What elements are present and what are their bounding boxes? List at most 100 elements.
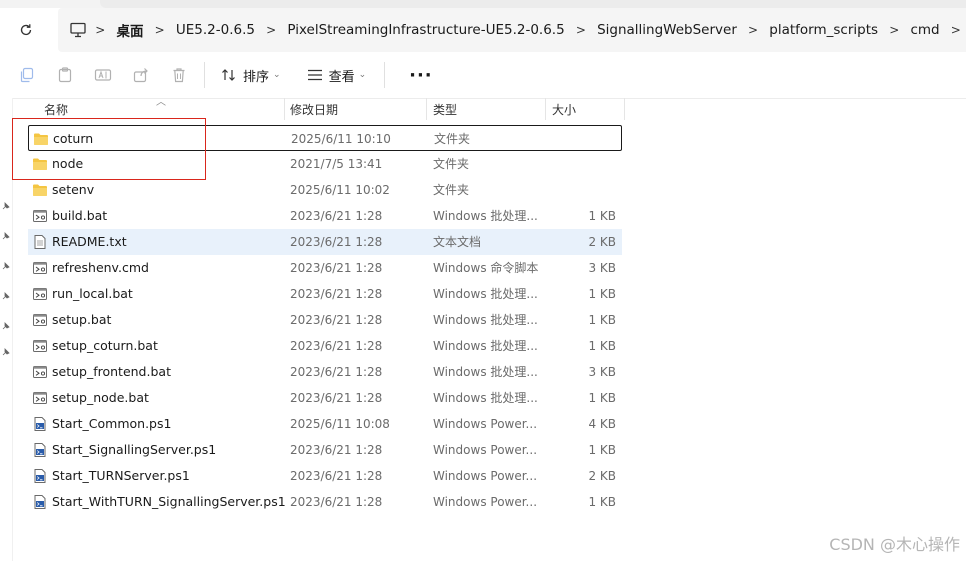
file-name: build.bat — [52, 208, 108, 223]
file-row[interactable]: Start_SignallingServer.ps1 2023/6/21 1:28… — [28, 437, 622, 463]
file-row[interactable]: setup_frontend.bat 2023/6/21 1:28 Windows … — [28, 359, 622, 385]
file-size: 4 KB — [588, 417, 616, 431]
column-header-size[interactable]: 大小 — [552, 98, 622, 120]
file-type: 文本文档 — [433, 235, 482, 249]
watermark: CSDN @木心操作 — [829, 535, 960, 554]
breadcrumb-separator: > — [950, 23, 961, 37]
copy-icon — [20, 67, 34, 83]
copy-button[interactable] — [12, 60, 42, 90]
breadcrumb-separator: > — [95, 23, 106, 37]
batch-file-icon — [32, 364, 48, 380]
rename-button[interactable] — [88, 60, 118, 90]
share-icon — [133, 68, 148, 83]
breadcrumb-separator: > — [266, 23, 277, 37]
breadcrumb-separator: > — [889, 23, 900, 37]
breadcrumb-item-signalling[interactable]: SignallingWebServer — [591, 22, 743, 38]
column-separator[interactable] — [284, 98, 285, 120]
file-modified-date: 2025/6/11 10:10 — [291, 132, 391, 146]
more-options-button[interactable]: ··· — [409, 65, 433, 86]
batch-file-icon — [32, 338, 48, 354]
breadcrumb-item-platform-scripts[interactable]: platform_scripts — [763, 22, 884, 38]
file-modified-date: 2023/6/21 1:28 — [290, 287, 383, 301]
annotation-highlight-box — [12, 118, 206, 180]
file-row[interactable]: refreshenv.cmd 2023/6/21 1:28 Windows 命令脚本… — [28, 255, 622, 281]
column-header-name[interactable]: 名称 — [44, 98, 282, 120]
address-bar: > 桌面 > UE5.2-0.6.5 > PixelStreamingInfra… — [0, 8, 966, 52]
file-type: 文件夹 — [434, 132, 471, 146]
breadcrumb[interactable]: > 桌面 > UE5.2-0.6.5 > PixelStreamingInfra… — [58, 8, 966, 52]
powershell-file-icon — [32, 442, 48, 458]
batch-file-icon — [32, 286, 48, 302]
computer-icon[interactable] — [66, 17, 90, 43]
file-row[interactable]: Start_WithTURN_SignallingServer.ps1 2023/… — [28, 489, 622, 515]
chevron-down-icon: ⌄ — [273, 70, 281, 80]
breadcrumb-separator: > — [748, 23, 759, 37]
file-row[interactable]: setup.bat 2023/6/21 1:28 Windows 批处理... 1 K… — [28, 307, 622, 333]
file-name: Start_WithTURN_SignallingServer.ps1 — [52, 494, 286, 509]
view-label: 查看 — [328, 69, 355, 85]
pin-icon — [2, 262, 10, 270]
file-type: Windows Power... — [433, 469, 538, 483]
file-row[interactable]: build.bat 2023/6/21 1:28 Windows 批处理... 1 K… — [28, 203, 622, 229]
sort-menu-button[interactable]: 排序 ⌄ — [215, 62, 287, 89]
file-modified-date: 2023/6/21 1:28 — [290, 261, 383, 275]
paste-button[interactable] — [50, 60, 80, 90]
column-separator[interactable] — [426, 98, 427, 120]
breadcrumb-separator: > — [154, 23, 165, 37]
refresh-icon — [20, 24, 32, 36]
column-separator[interactable] — [624, 98, 625, 120]
file-size: 1 KB — [588, 391, 616, 405]
file-row[interactable]: setup_node.bat 2023/6/21 1:28 Windows 批处理.… — [28, 385, 622, 411]
paste-icon — [58, 67, 72, 83]
chevron-down-icon: ⌄ — [358, 70, 367, 80]
file-size: 3 KB — [588, 365, 616, 379]
share-button[interactable] — [126, 60, 156, 90]
file-size: 1 KB — [588, 287, 616, 301]
breadcrumb-item-cmd[interactable]: cmd — [904, 22, 945, 38]
tab-strip — [0, 0, 966, 8]
refresh-button[interactable] — [12, 16, 40, 44]
file-name: setup_frontend.bat — [52, 364, 171, 379]
batch-file-icon — [32, 208, 48, 224]
batch-file-icon — [32, 260, 48, 276]
file-type: Windows 批处理... — [433, 313, 538, 327]
file-row[interactable]: Start_Common.ps1 2025/6/11 10:08 Windows P… — [28, 411, 622, 437]
sort-icon — [222, 69, 235, 81]
batch-file-icon — [32, 312, 48, 328]
file-row[interactable]: setup_coturn.bat 2023/6/21 1:28 Windows 批处… — [28, 333, 622, 359]
file-modified-date: 2021/7/5 13:41 — [290, 157, 383, 171]
file-size: 3 KB — [588, 261, 616, 275]
delete-button[interactable] — [164, 60, 194, 90]
file-type: Windows Power... — [433, 417, 538, 431]
file-type: 文件夹 — [433, 157, 470, 171]
breadcrumb-separator: > — [575, 23, 586, 37]
file-row[interactable]: setenv 2025/6/11 10:02 文件夹 — [28, 177, 622, 203]
view-menu-button[interactable]: 查看 ⌄ — [301, 62, 373, 89]
column-header-date[interactable]: 修改日期 — [290, 98, 424, 120]
breadcrumb-item-ue[interactable]: UE5.2-0.6.5 — [170, 22, 261, 38]
file-name: README.txt — [52, 234, 127, 249]
file-row[interactable]: Start_TURNServer.ps1 2023/6/21 1:28 Window… — [28, 463, 622, 489]
file-modified-date: 2023/6/21 1:28 — [290, 209, 383, 223]
file-modified-date: 2023/6/21 1:28 — [290, 235, 383, 249]
file-modified-date: 2025/6/11 10:08 — [290, 417, 390, 431]
column-header-type[interactable]: 类型 — [433, 98, 541, 120]
file-size: 1 KB — [588, 209, 616, 223]
breadcrumb-item-infrastructure[interactable]: PixelStreamingInfrastructure-UE5.2-0.6.5 — [281, 22, 570, 38]
file-row[interactable]: README.txt 2023/6/21 1:28 文本文档 2 KB — [28, 229, 622, 255]
pin-icon — [2, 348, 10, 356]
column-separator[interactable] — [545, 98, 546, 120]
column-header-size-label: 大小 — [552, 102, 577, 117]
breadcrumb-item-desktop[interactable]: 桌面 — [110, 20, 149, 40]
file-type: Windows Power... — [433, 495, 538, 509]
file-row[interactable]: run_local.bat 2023/6/21 1:28 Windows 批处理..… — [28, 281, 622, 307]
file-name: Start_SignallingServer.ps1 — [52, 442, 217, 457]
file-name: run_local.bat — [52, 286, 133, 301]
file-type: Windows Power... — [433, 443, 538, 457]
file-size: 1 KB — [588, 313, 616, 327]
pin-icon — [2, 202, 10, 210]
file-explorer-window: > 桌面 > UE5.2-0.6.5 > PixelStreamingInfra… — [0, 0, 966, 561]
file-name: Start_Common.ps1 — [52, 416, 172, 431]
folder-icon — [32, 182, 48, 198]
command-bar: 排序 ⌄ 查看 ⌄ ··· — [0, 52, 966, 99]
